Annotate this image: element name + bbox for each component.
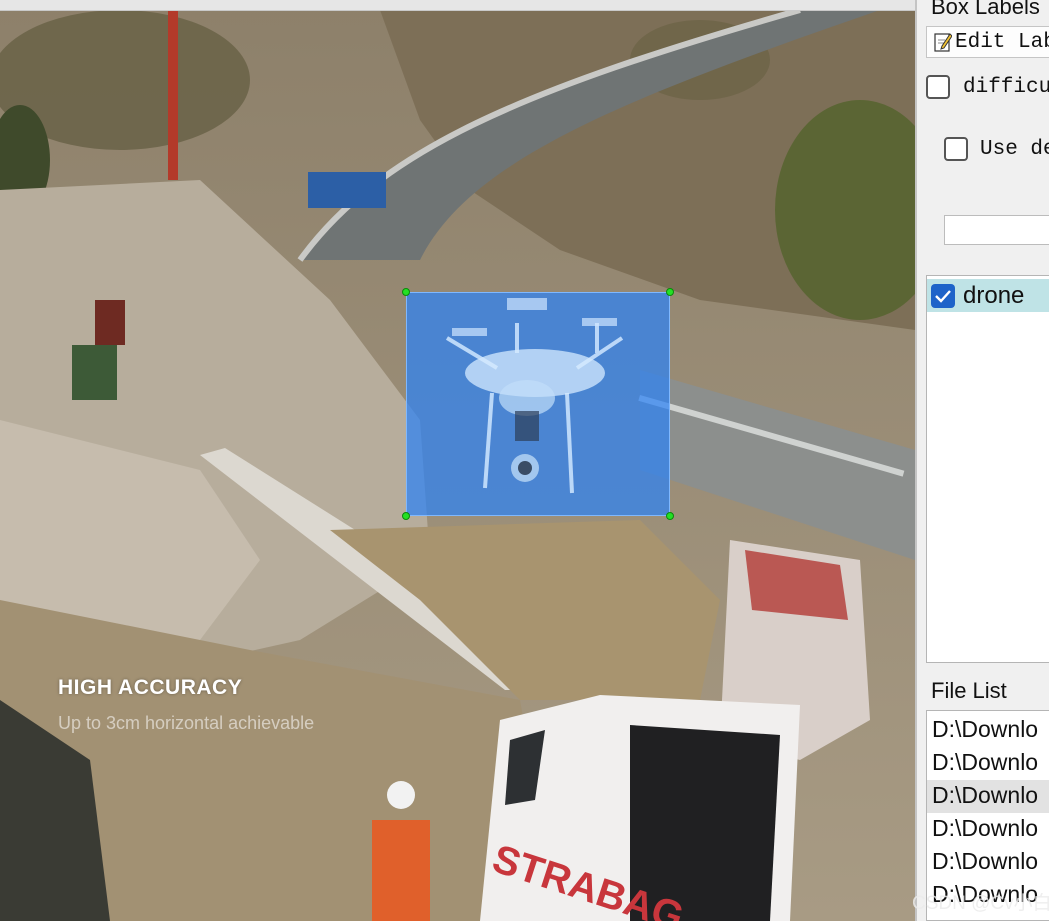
use-default-label-checkbox[interactable] <box>944 137 968 161</box>
file-list-item[interactable]: D:\Downlo <box>927 714 1049 747</box>
bounding-box-drone[interactable] <box>406 292 670 516</box>
file-list-item[interactable]: D:\Downlo <box>927 846 1049 879</box>
box-labels-title: Box Labels <box>931 0 1040 19</box>
label-list-item-drone[interactable]: drone <box>927 279 1049 312</box>
label-name: drone <box>963 282 1025 309</box>
canvas-top-border <box>0 0 915 11</box>
file-list-item[interactable]: D:\Downlo <box>927 813 1049 846</box>
right-dock-panel: Box Labels Edit Label difficult Use defa… <box>915 0 1049 921</box>
use-default-label-text: Use default label <box>980 138 1049 161</box>
edit-pencil-icon <box>934 33 952 52</box>
bbox-handle-top-right[interactable] <box>666 288 674 296</box>
video-overlay-subtitle: Up to 3cm horizontal achievable <box>58 713 315 733</box>
difficult-label: difficult <box>963 76 1049 99</box>
bbox-handle-top-left[interactable] <box>402 288 410 296</box>
label-list[interactable]: drone <box>926 275 1049 663</box>
bbox-handle-bottom-left[interactable] <box>402 512 410 520</box>
drone-shape <box>445 298 624 494</box>
difficult-checkbox[interactable] <box>926 75 950 99</box>
file-list-item[interactable]: D:\Downlo <box>927 747 1049 780</box>
csdn-watermark: CSDN @Cv小白 <box>912 893 1049 914</box>
bbox-handle-bottom-right[interactable] <box>666 512 674 520</box>
edit-label-button[interactable]: Edit Label <box>926 26 1049 58</box>
file-list-item-selected[interactable]: D:\Downlo <box>927 780 1049 813</box>
label-visible-checkbox[interactable] <box>931 284 955 308</box>
edit-label-text: Edit Label <box>955 31 1049 54</box>
video-overlay-title: HIGH ACCURACY <box>58 676 243 699</box>
image-canvas[interactable]: STRABAG HIGH ACCURACY Up to 3cm horizont… <box>0 0 915 921</box>
checkmark-icon <box>935 290 951 303</box>
file-list-title: File List <box>931 678 1007 703</box>
default-label-input[interactable] <box>944 215 1049 245</box>
